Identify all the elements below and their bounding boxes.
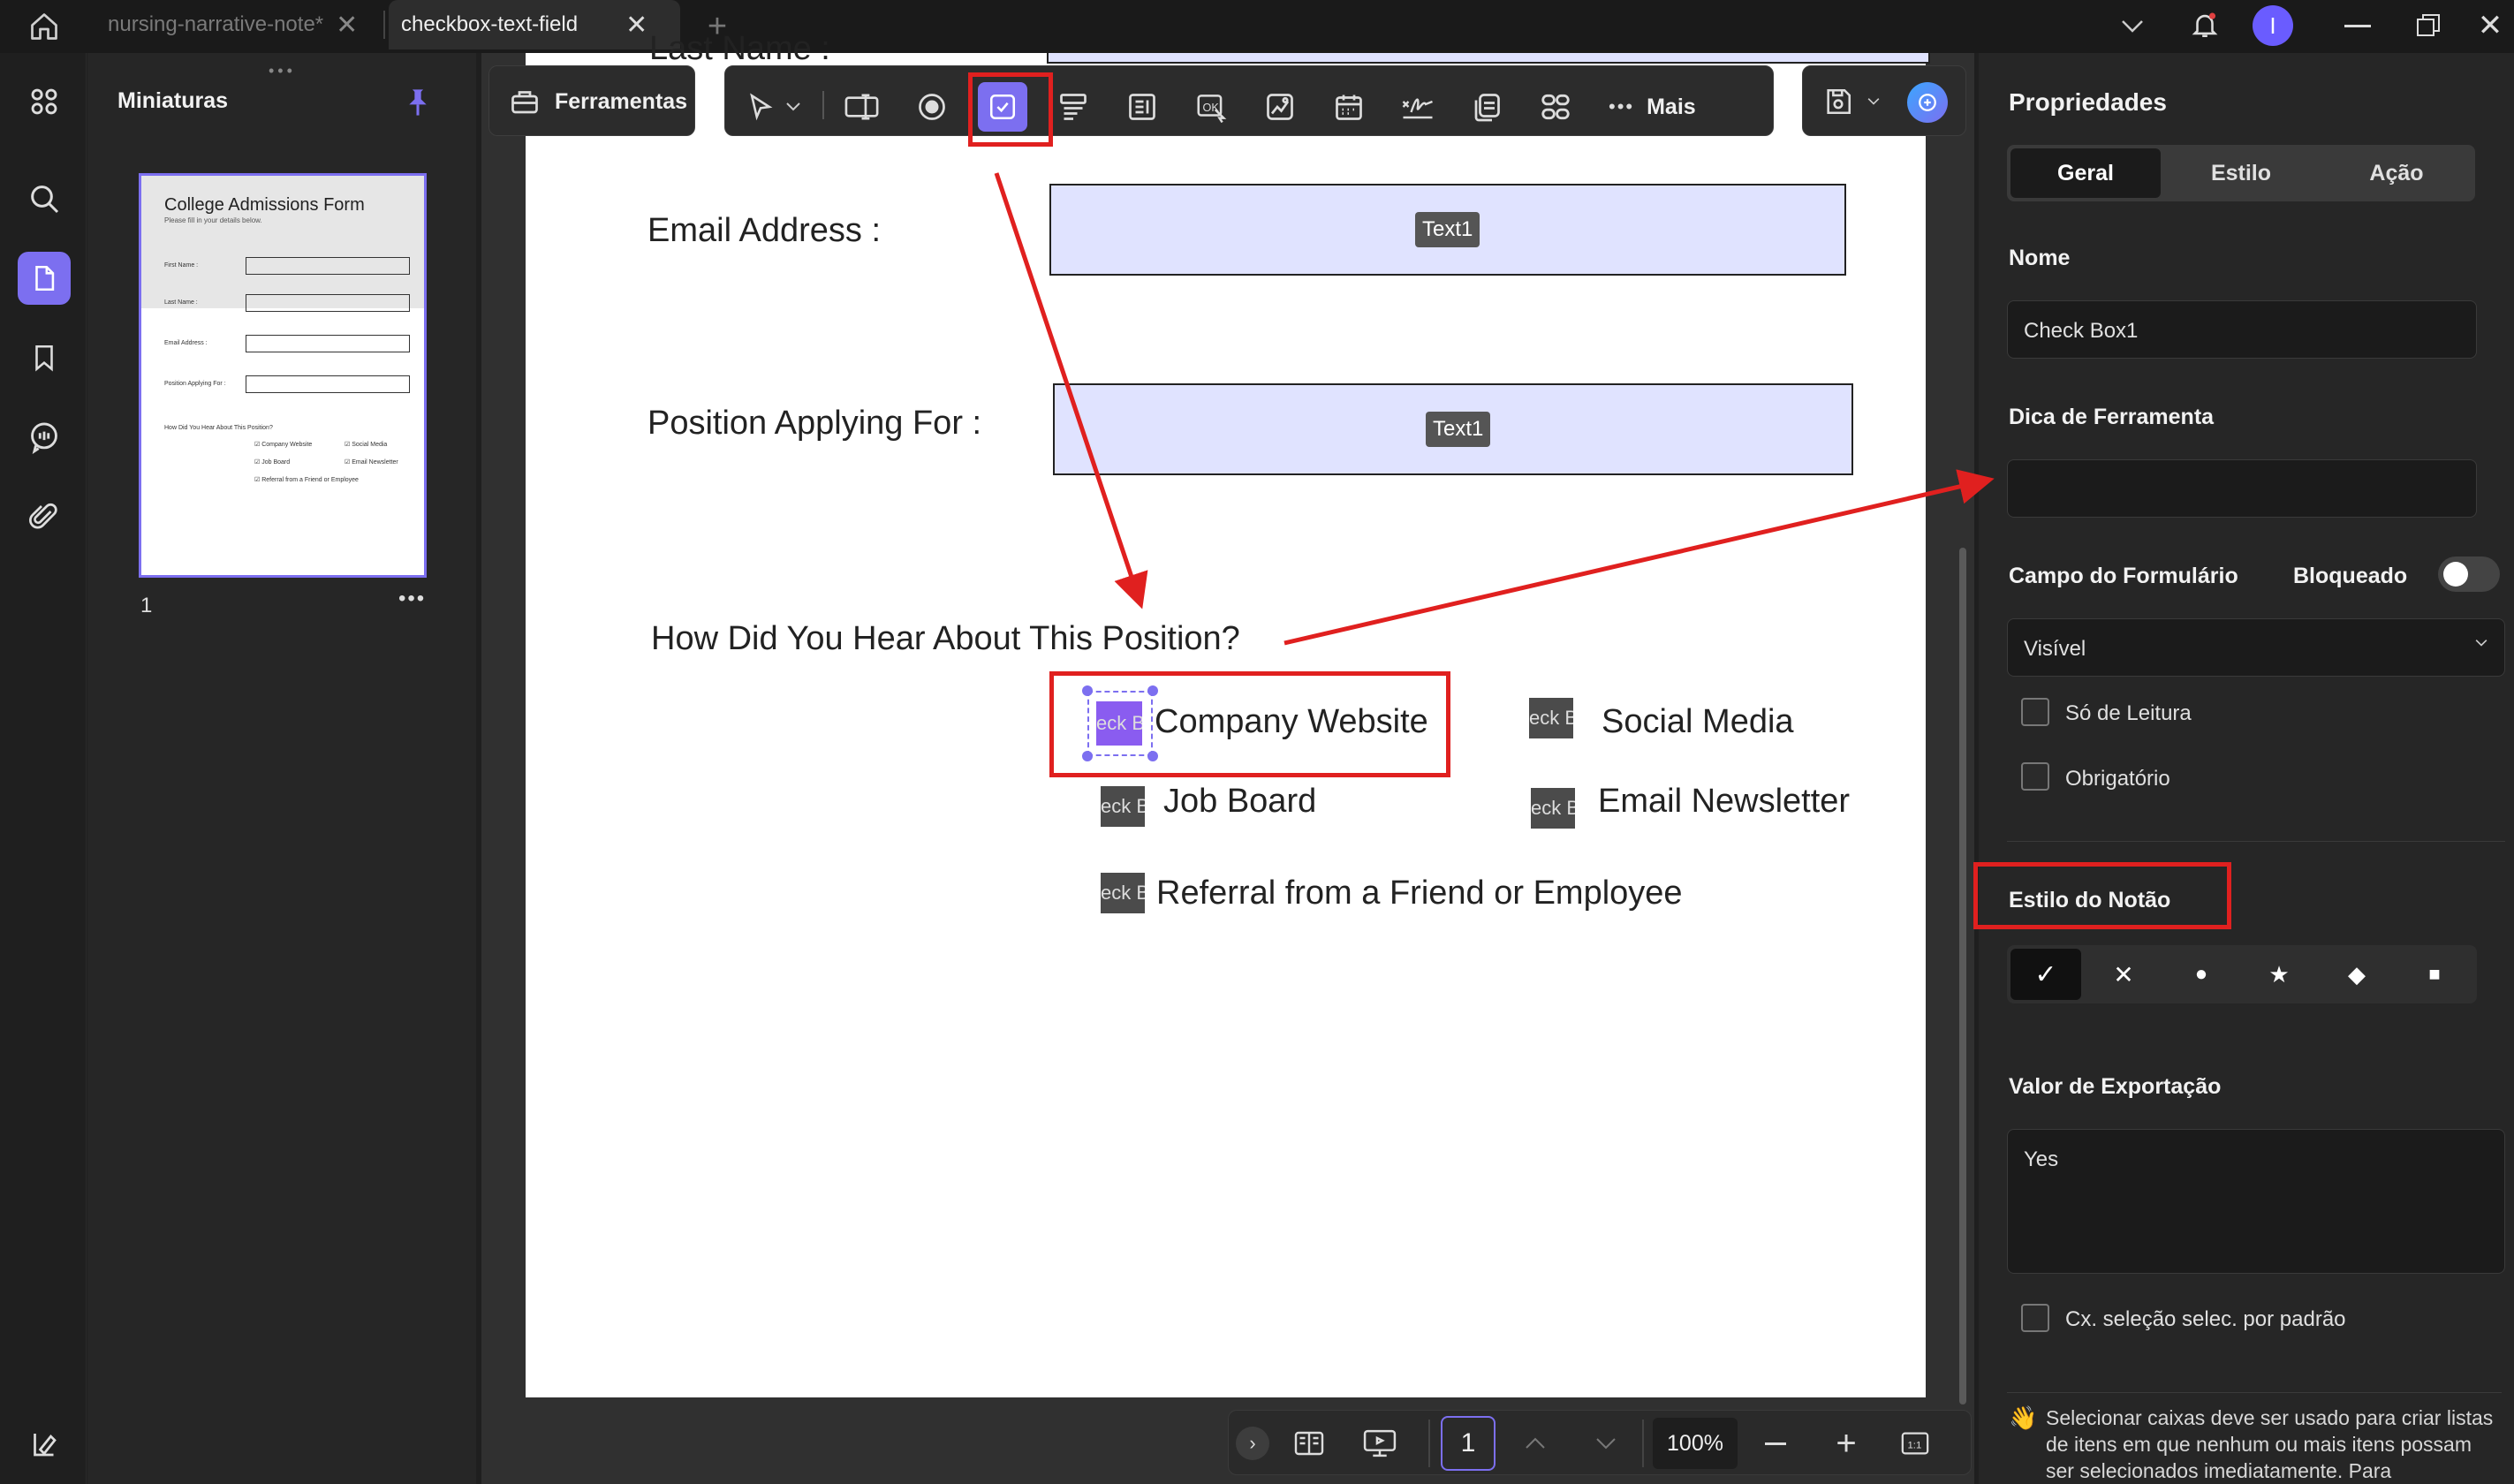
annotation-arrows (994, 172, 1995, 646)
arrow-question-to-properties (1284, 469, 1995, 646)
arrow-tool-to-checkbox (994, 172, 1148, 610)
